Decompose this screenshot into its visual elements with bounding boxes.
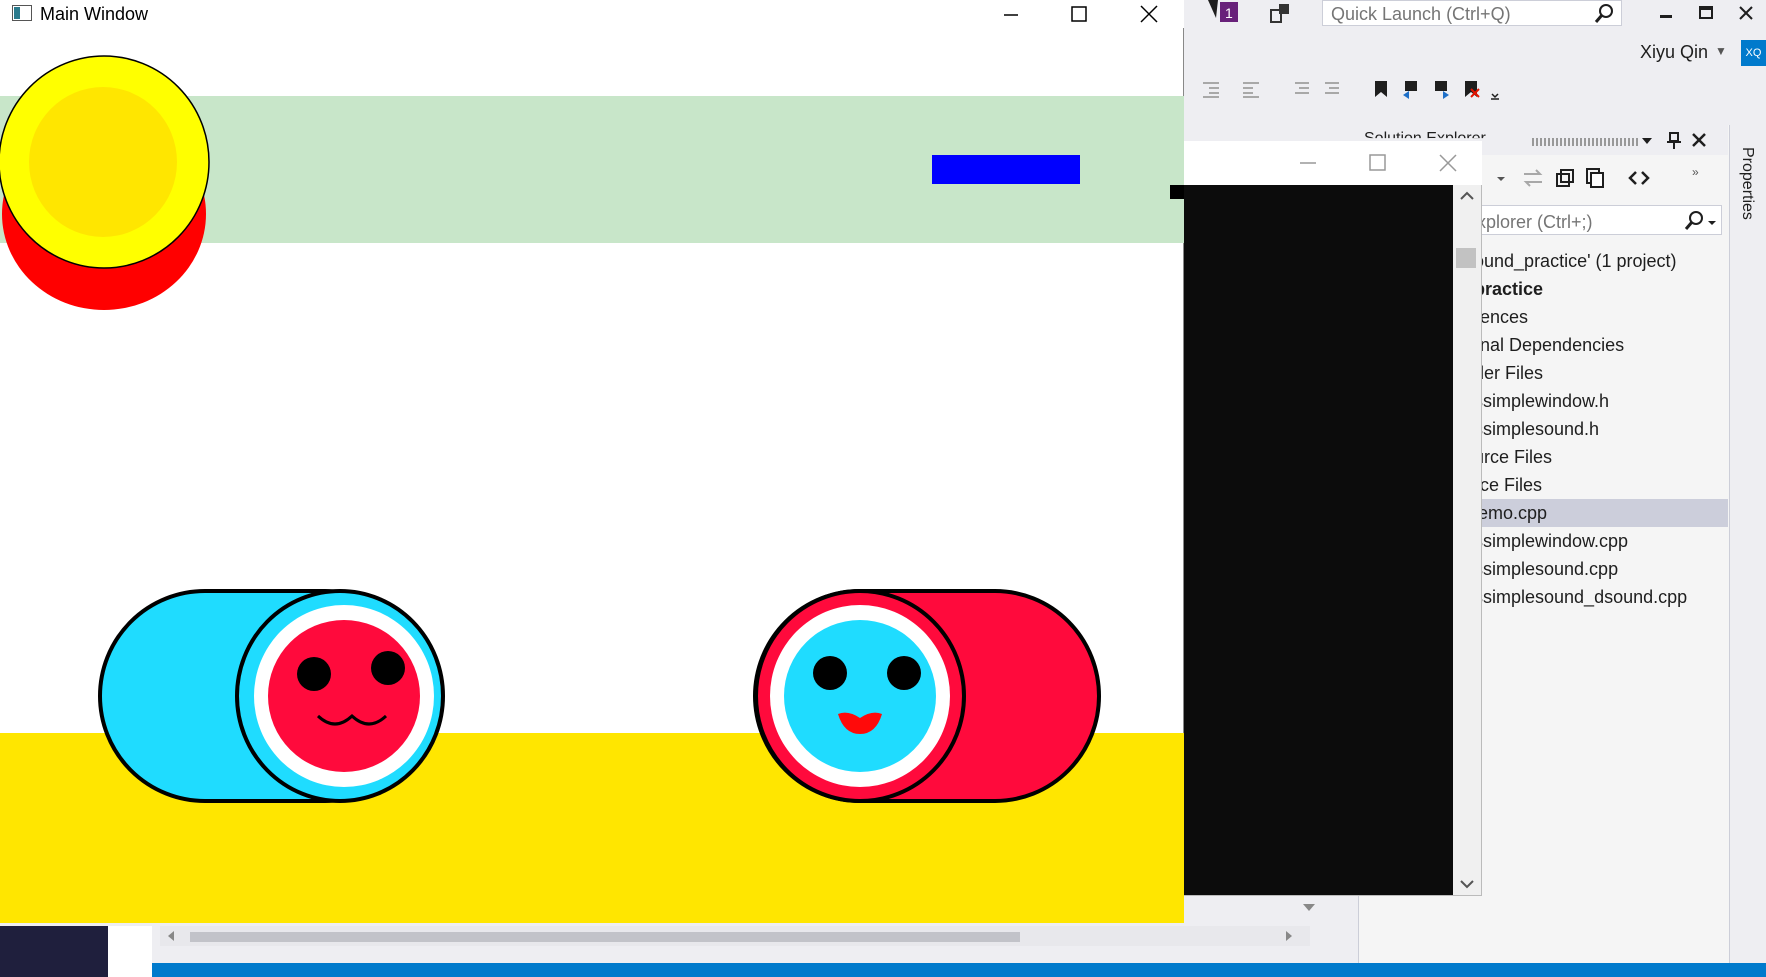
quick-launch-input[interactable] xyxy=(1329,3,1593,25)
app-window-icon xyxy=(12,5,32,21)
right-drum-eye-left xyxy=(813,656,847,690)
left-drum xyxy=(98,589,445,803)
show-all-files-icon[interactable] xyxy=(1584,167,1606,189)
avatar[interactable]: XQ xyxy=(1741,40,1766,66)
close-icon xyxy=(1140,5,1158,23)
clear-bookmarks-icon[interactable] xyxy=(1460,78,1482,100)
maximize-icon xyxy=(1369,154,1386,171)
scrollbar-thumb[interactable] xyxy=(1456,248,1476,268)
vs-minimize-button[interactable] xyxy=(1646,0,1686,26)
scrollbar-thumb[interactable] xyxy=(190,932,1020,942)
chevron-down-icon[interactable] xyxy=(1496,171,1506,189)
vs-left-gutter xyxy=(108,926,152,977)
properties-tab[interactable]: Properties xyxy=(1728,123,1766,243)
scroll-down-icon[interactable] xyxy=(1459,879,1475,891)
right-drum-eye-right xyxy=(887,656,921,690)
maximize-icon xyxy=(1071,6,1087,22)
vs-status-bar xyxy=(152,963,1766,977)
close-icon xyxy=(1739,6,1753,20)
console-output[interactable] xyxy=(1180,185,1453,895)
chevron-down-icon[interactable] xyxy=(1302,900,1316,918)
main-window-title: Main Window xyxy=(40,4,149,24)
right-drum xyxy=(753,589,1101,803)
quick-launch-box[interactable] xyxy=(1322,0,1622,26)
chevron-down-icon[interactable]: ▼ xyxy=(1715,44,1727,58)
collapse-all-icon[interactable] xyxy=(1554,167,1576,189)
comment-icon[interactable] xyxy=(1290,78,1312,100)
scroll-left-icon[interactable] xyxy=(166,930,176,942)
vs-editor-toolbar xyxy=(1200,78,1740,108)
close-icon xyxy=(1439,154,1457,172)
user-name[interactable]: Xiyu Qin xyxy=(1640,42,1708,63)
search-icon[interactable] xyxy=(1683,210,1705,237)
outdent-icon[interactable] xyxy=(1240,78,1262,100)
main-minimize-button[interactable] xyxy=(978,0,1044,28)
solution-explorer-search[interactable] xyxy=(1460,205,1722,235)
console-maximize-button[interactable] xyxy=(1368,153,1388,178)
hit-circle-inner xyxy=(29,87,177,237)
previous-bookmark-icon[interactable] xyxy=(1400,78,1422,100)
maximize-icon xyxy=(1699,6,1713,19)
console-close-button[interactable] xyxy=(1438,153,1458,178)
console-vertical-scrollbar[interactable] xyxy=(1453,185,1481,895)
left-drum-eye-right xyxy=(371,651,405,685)
next-bookmark-icon[interactable] xyxy=(1430,78,1452,100)
chevron-down-icon[interactable] xyxy=(1707,216,1717,234)
left-drum-eye-left xyxy=(297,657,331,691)
track-end-marker xyxy=(1170,185,1184,199)
solution-search-input[interactable] xyxy=(1463,210,1667,234)
notification-flag-icon[interactable]: 1 xyxy=(1206,0,1240,26)
bookmark-icon[interactable] xyxy=(1370,78,1392,100)
scroll-up-icon[interactable] xyxy=(1459,189,1475,201)
main-window-title-bar[interactable]: Main Window xyxy=(0,0,1184,28)
scroll-right-icon[interactable] xyxy=(1284,930,1294,942)
uncomment-icon[interactable] xyxy=(1320,78,1342,100)
vs-close-button[interactable] xyxy=(1726,0,1766,26)
minimize-icon xyxy=(1004,14,1018,16)
game-canvas[interactable] xyxy=(0,28,1184,923)
close-icon[interactable] xyxy=(1691,132,1707,153)
code-view-icon[interactable] xyxy=(1628,167,1650,189)
vs-maximize-button[interactable] xyxy=(1686,0,1726,26)
overflow-chevron-icon[interactable]: » xyxy=(1692,165,1699,179)
main-close-button[interactable] xyxy=(1116,0,1182,28)
desktop-taskbar-area xyxy=(0,926,108,977)
toolbar-overflow-icon[interactable] xyxy=(1484,86,1506,108)
pin-icon[interactable] xyxy=(1666,132,1682,155)
console-minimize-button[interactable] xyxy=(1298,153,1318,178)
search-icon[interactable] xyxy=(1593,3,1615,30)
main-maximize-button[interactable] xyxy=(1046,0,1112,28)
minimize-icon xyxy=(1300,162,1316,164)
panel-grip[interactable] xyxy=(1532,138,1638,146)
notification-count: 1 xyxy=(1225,5,1233,21)
solution-explorer-toolbar: » xyxy=(1460,163,1720,193)
minimize-icon xyxy=(1660,15,1672,18)
indent-icon[interactable] xyxy=(1200,78,1222,100)
sync-icon[interactable] xyxy=(1522,167,1544,189)
blue-note xyxy=(932,155,1080,184)
chevron-down-icon[interactable] xyxy=(1640,134,1654,153)
console-title-bar xyxy=(1180,141,1482,185)
left-drum-face xyxy=(268,620,420,772)
feedback-icon[interactable] xyxy=(1268,2,1292,26)
right-drum-face xyxy=(784,620,936,772)
